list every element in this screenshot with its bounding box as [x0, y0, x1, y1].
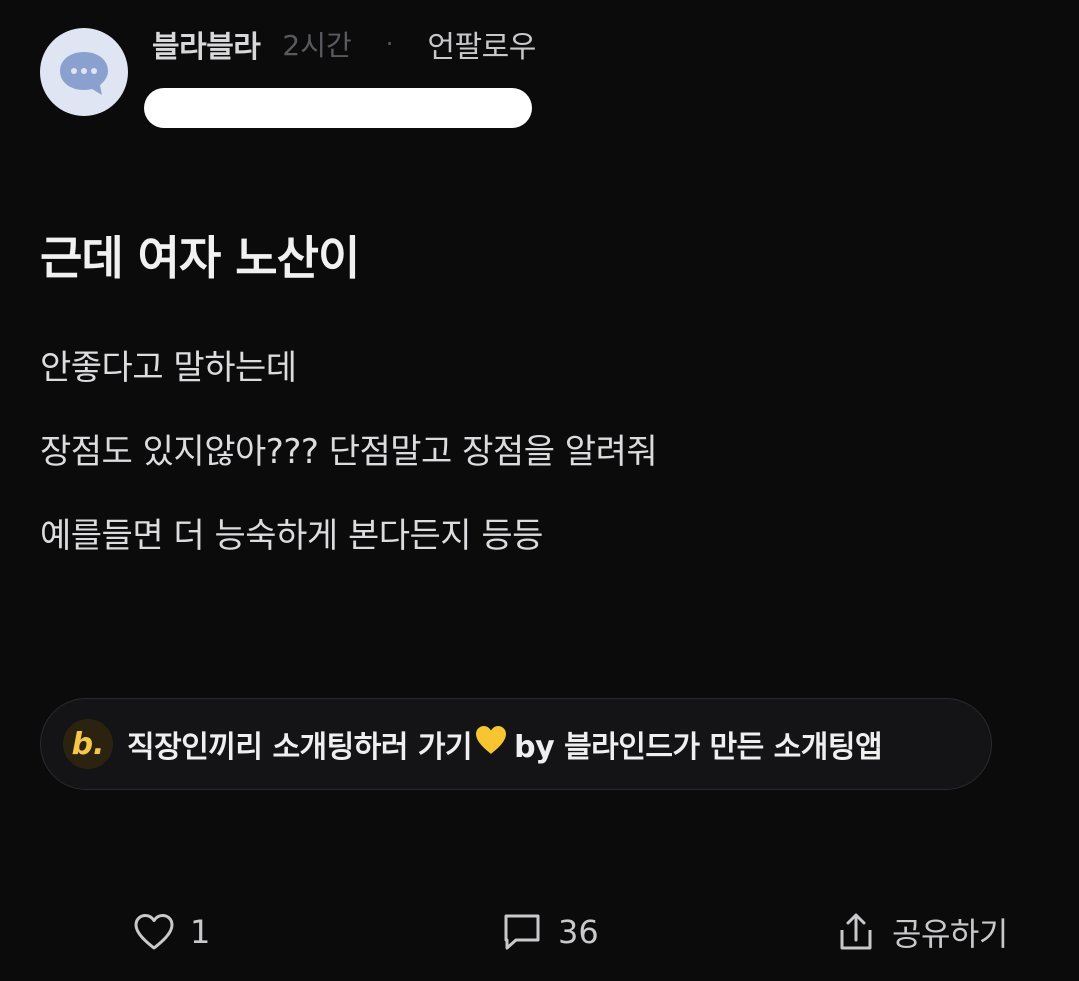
redaction-mark [144, 88, 532, 128]
like-button[interactable]: 1 [132, 900, 210, 964]
blind-logo-icon: b. [63, 719, 113, 769]
promo-logo-letter: b. [71, 726, 105, 762]
post-timestamp: 2시간 [282, 29, 352, 62]
author-company[interactable]: 언팔로우 [427, 22, 536, 66]
board-name[interactable]: 블라블라 [152, 22, 261, 66]
comment-icon [504, 914, 540, 950]
chat-bubble-icon [60, 52, 108, 95]
share-icon [840, 913, 872, 950]
action-bar: 1 36 공유하기 [0, 900, 1079, 964]
post-view: 블라블라 2시간 · 언팔로우 근데 여자 노산이 안좋다고 말하는데 장점도 … [0, 0, 1079, 981]
comment-count: 36 [558, 913, 599, 951]
comment-button[interactable]: 36 [500, 900, 599, 964]
promo-text: 직장인끼리 소개팅하러 가기 by 블라인드가 만든 소개팅앱 [127, 722, 883, 766]
body-line: 안좋다고 말하는데 [40, 348, 297, 388]
promo-text-tail: by 블라인드가 만든 소개팅앱 [514, 730, 883, 765]
share-button[interactable]: 공유하기 [834, 900, 1008, 964]
post-title: 근데 여자 노산이 [40, 231, 360, 285]
body-line: 장점도 있지않아??? 단점말고 장점을 알려줘 [40, 432, 658, 472]
promo-banner[interactable]: b. 직장인끼리 소개팅하러 가기 by 블라인드가 만든 소개팅앱 [40, 698, 992, 790]
like-count: 1 [190, 913, 211, 951]
heart-icon [134, 914, 174, 950]
body-line: 예를들면 더 능숙하게 본다든지 등등 [40, 516, 543, 556]
post-meta: 블라블라 2시간 · 언팔로우 [152, 22, 536, 66]
share-label: 공유하기 [892, 915, 1008, 953]
avatar[interactable] [40, 28, 128, 116]
meta-separator: · [385, 30, 394, 58]
post-header: 블라블라 2시간 · 언팔로우 [40, 22, 1040, 142]
post-body: 안좋다고 말하는데 장점도 있지않아??? 단점말고 장점을 알려줘 예를들면 … [40, 326, 1040, 578]
promo-text-main: 직장인끼리 소개팅하러 가기 [127, 730, 473, 765]
yellow-heart-icon [474, 724, 508, 764]
